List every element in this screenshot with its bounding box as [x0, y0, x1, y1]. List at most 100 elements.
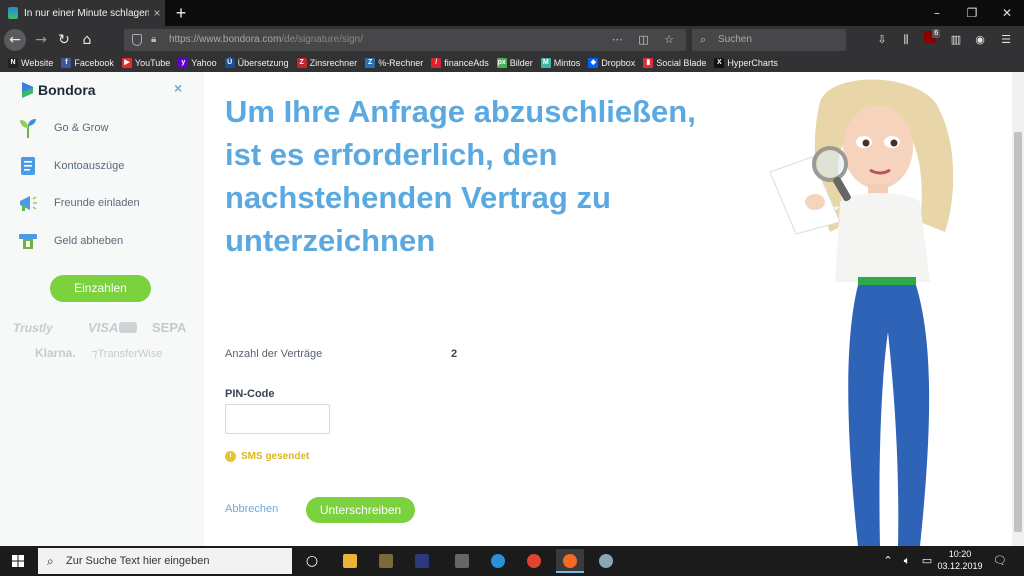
- clock-date[interactable]: 03.12.2019: [934, 561, 986, 571]
- bookmark-item[interactable]: f Facebook: [61, 58, 114, 68]
- bookmark-item[interactable]: ◆ Dropbox: [588, 58, 635, 68]
- firefox-icon[interactable]: [556, 549, 584, 573]
- notifications-icon[interactable]: 🗨︎: [990, 546, 1010, 576]
- new-tab-button[interactable]: +: [170, 2, 192, 24]
- bookmark-label: YouTube: [134, 58, 171, 68]
- bookmark-item[interactable]: Ü Übersetzung: [224, 58, 289, 68]
- sidebar: Bondora × Go & Grow Kontoauszüge Freunde…: [0, 72, 204, 546]
- library-icon[interactable]: ⫼: [896, 29, 916, 51]
- sidebar-icon[interactable]: ▥: [946, 29, 966, 51]
- app-icon[interactable]: [372, 549, 400, 573]
- back-icon[interactable]: ←: [4, 29, 26, 51]
- lock-icon[interactable]: 🔒︎: [151, 29, 156, 51]
- mastercard-logo-icon: [119, 322, 137, 333]
- sidebar-item-statements[interactable]: Kontoauszüge: [16, 153, 124, 179]
- app-globe-icon[interactable]: [592, 549, 620, 573]
- deposit-button[interactable]: Einzahlen: [50, 275, 151, 302]
- bookmark-label: Mintos: [553, 58, 581, 68]
- bookmark-item[interactable]: px Bilder: [496, 58, 533, 68]
- bookmark-label: Zinsrechner: [309, 58, 358, 68]
- window-close-icon[interactable]: ✕: [990, 0, 1024, 26]
- bookmark-item[interactable]: ▮ Social Blade: [643, 58, 706, 68]
- monitor-app-icon[interactable]: [408, 549, 436, 573]
- cancel-link[interactable]: Abbrechen: [225, 503, 278, 515]
- bondora-favicon-icon: [8, 7, 18, 19]
- bookmark-item[interactable]: M Mintos: [540, 58, 581, 68]
- sidebar-item-label: Kontoauszüge: [54, 160, 125, 172]
- bookmark-favicon-icon: f: [61, 58, 72, 68]
- browser-tabstrip: In nur einer Minute schlagen Sie × + – ❐…: [0, 0, 1024, 26]
- url-bar[interactable]: 🔒︎ https://www.bondora.com/de/signature/…: [124, 29, 686, 51]
- reload-icon[interactable]: ↻: [53, 29, 75, 51]
- sign-button[interactable]: Unterschreiben: [306, 497, 415, 523]
- clock-icon: [225, 451, 236, 462]
- tab-title: In nur einer Minute schlagen Sie: [24, 7, 149, 19]
- sepa-logo: SEPA: [152, 320, 187, 335]
- page-actions-icon[interactable]: ⋯ ◫ ☆: [612, 29, 680, 51]
- bookmark-item[interactable]: N Website: [8, 58, 53, 68]
- tray-chevron-icon[interactable]: ⌃: [880, 546, 896, 576]
- clock-time[interactable]: 10:20: [938, 549, 982, 559]
- task-view-icon[interactable]: ○: [300, 546, 324, 576]
- search-icon: ⌕: [700, 33, 707, 46]
- download-icon[interactable]: ⇩: [872, 29, 892, 51]
- bookmark-favicon-icon: ▮: [643, 58, 654, 68]
- sms-status-text: SMS gesendet: [241, 451, 310, 462]
- home-icon[interactable]: ⌂: [76, 29, 98, 51]
- restore-icon[interactable]: ❐: [955, 0, 989, 26]
- bondora-logo-icon: [22, 82, 33, 98]
- sidebar-item-withdraw[interactable]: Geld abheben: [16, 228, 123, 254]
- klarna-logo: Klarna.: [35, 346, 76, 360]
- bookmark-item[interactable]: ▶ YouTube: [121, 58, 171, 68]
- sidebar-item-invite[interactable]: Freunde einladen: [16, 190, 140, 216]
- account-icon[interactable]: ◉: [970, 29, 990, 51]
- megaphone-icon: [20, 196, 37, 211]
- bookmark-item[interactable]: / financeAds: [431, 58, 489, 68]
- bondora-logo[interactable]: Bondora: [22, 82, 96, 98]
- url-path: /de/signature/sign/: [281, 34, 363, 45]
- bookmark-item[interactable]: Z Zinsrechner: [296, 58, 358, 68]
- bookmark-label: Website: [21, 58, 54, 68]
- sidebar-item-go-grow[interactable]: Go & Grow: [16, 115, 108, 141]
- browser-tab-active[interactable]: In nur einer Minute schlagen Sie ×: [0, 0, 165, 26]
- minimize-icon[interactable]: –: [920, 0, 954, 26]
- thunderbird-icon[interactable]: [484, 549, 512, 573]
- bookmark-label: Facebook: [74, 58, 114, 68]
- volume-icon[interactable]: 🔈︎: [898, 546, 916, 576]
- file-explorer-icon[interactable]: [336, 549, 364, 573]
- calculator-icon[interactable]: [448, 549, 476, 573]
- ublock-badge: 6: [932, 29, 941, 38]
- bookmark-favicon-icon: Z: [296, 58, 307, 68]
- bookmark-label: HyperCharts: [727, 58, 778, 68]
- chrome-icon[interactable]: [520, 549, 548, 573]
- bookmark-item[interactable]: y Yahoo: [178, 58, 217, 68]
- page-scrollbar[interactable]: [1012, 72, 1024, 546]
- page-title: Um Ihre Anfrage abzuschließen, ist es er…: [225, 94, 696, 258]
- search-icon: ⌕: [47, 554, 54, 568]
- pin-input[interactable]: [225, 404, 330, 434]
- bookmark-label: Dropbox: [601, 58, 636, 68]
- ublock-icon[interactable]: 6: [920, 29, 941, 51]
- transferwise-label: TransferWise: [97, 348, 163, 360]
- trustly-logo: Trustly: [13, 321, 53, 335]
- forward-icon[interactable]: →: [30, 29, 52, 51]
- bookmark-favicon-icon: y: [178, 58, 189, 68]
- menu-icon[interactable]: ☰: [996, 29, 1016, 51]
- scrollbar-thumb[interactable]: [1014, 132, 1022, 532]
- contracts-count-value: 2: [451, 348, 458, 360]
- sms-status: SMS gesendet: [225, 451, 309, 462]
- bookmark-label: %-Rechner: [378, 58, 424, 68]
- bookmark-favicon-icon: px: [496, 58, 507, 68]
- tab-close-icon[interactable]: ×: [149, 6, 165, 20]
- taskbar-search-input[interactable]: ⌕ Zur Suche Text hier eingeben: [38, 548, 292, 574]
- document-icon: [21, 157, 35, 175]
- bookmark-item[interactable]: Z %-Rechner: [365, 58, 423, 68]
- bookmark-item[interactable]: X HyperCharts: [714, 58, 778, 68]
- bookmark-favicon-icon: Ü: [224, 58, 235, 68]
- tracking-shield-icon[interactable]: [132, 34, 142, 46]
- search-input[interactable]: ⌕ Suchen: [692, 29, 846, 51]
- bookmark-favicon-icon: ▶: [121, 58, 132, 68]
- contracts-count-label: Anzahl der Verträge: [225, 348, 323, 360]
- windows-start-icon[interactable]: [0, 546, 36, 576]
- sidebar-close-icon[interactable]: ×: [174, 80, 182, 96]
